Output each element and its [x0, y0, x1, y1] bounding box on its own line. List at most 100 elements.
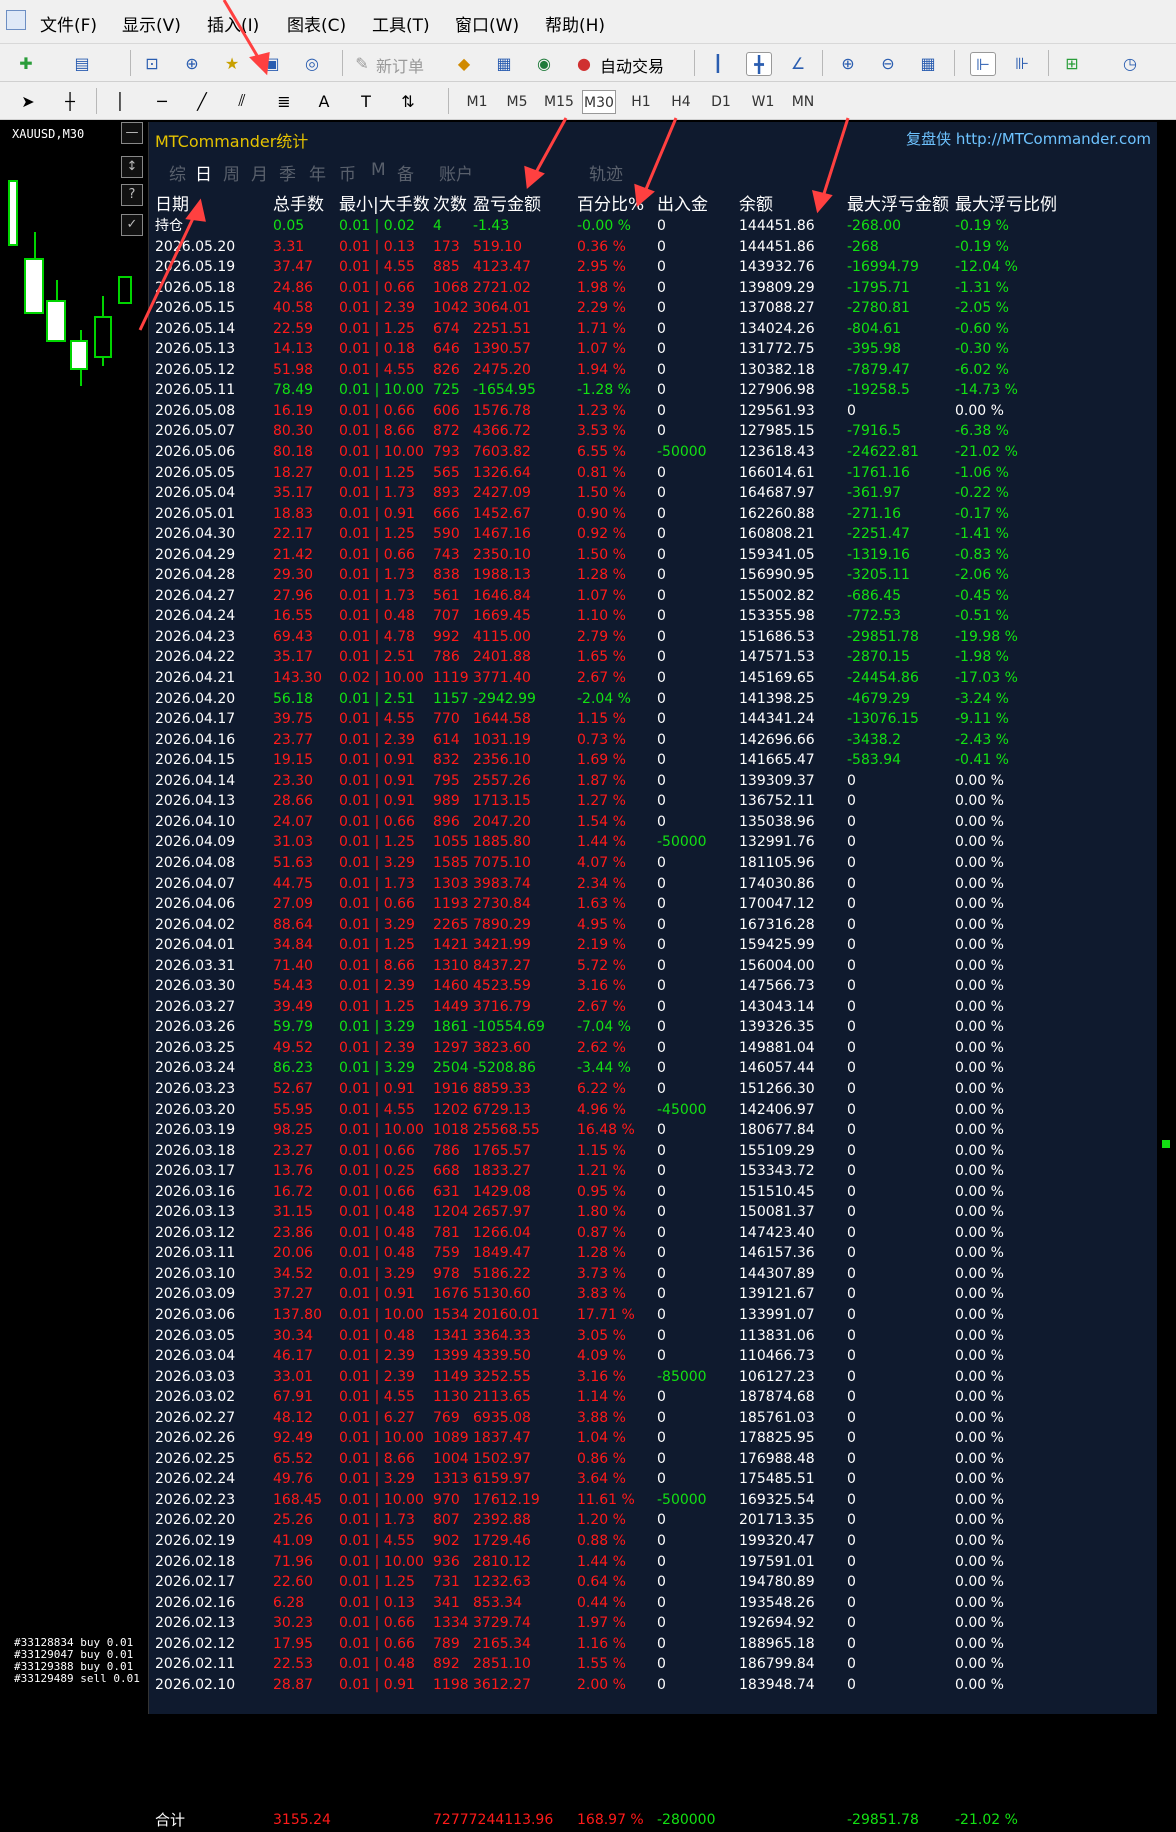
table-row[interactable]: 2026.04.16 23.77 0.01 | 2.39 614 1031.19 0.73… — [149, 730, 1157, 751]
panel-shrink-button[interactable]: ↕ — [121, 156, 143, 178]
table-row[interactable]: 2026.03.04 46.17 0.01 | 2.39 1399 4339.50 4.0… — [149, 1346, 1157, 1367]
table-row[interactable]: 2026.02.20 25.26 0.01 | 1.73 807 2392.88 1.20… — [149, 1510, 1157, 1531]
timeframe-mn-button[interactable]: MN — [786, 90, 820, 114]
table-row[interactable]: 2026.03.20 55.95 0.01 | 4.55 1202 6729.13 4.9… — [149, 1100, 1157, 1121]
indicators-icon[interactable]: ⊞ — [1060, 52, 1084, 74]
table-row[interactable]: 2026.04.14 23.30 0.01 | 0.91 795 2557.26 1.87… — [149, 771, 1157, 792]
tab-4[interactable]: 季 — [279, 160, 296, 185]
tab-0[interactable]: 综 — [169, 160, 186, 185]
menu-view[interactable]: 显示(V) — [122, 11, 181, 36]
menu-window[interactable]: 窗口(W) — [455, 11, 519, 36]
table-row[interactable]: 2026.04.21 143.30 0.02 | 10.00 1119 3771.40 2… — [149, 668, 1157, 689]
table-row[interactable]: 2026.05.15 40.58 0.01 | 2.39 1042 3064.01 2.2… — [149, 298, 1157, 319]
tab-6[interactable]: 币 — [339, 160, 356, 185]
menu-file[interactable]: 文件(F) — [40, 11, 97, 36]
timeframe-m1-button[interactable]: M1 — [460, 90, 494, 114]
auto-scroll-icon[interactable]: ⊩ — [970, 52, 996, 76]
table-row[interactable]: 2026.04.22 35.17 0.01 | 2.51 786 2401.88 1.65… — [149, 647, 1157, 668]
table-row[interactable]: 2026.04.17 39.75 0.01 | 4.55 770 1644.58 1.15… — [149, 709, 1157, 730]
table-row[interactable]: 2026.05.12 51.98 0.01 | 4.55 826 2475.20 1.94… — [149, 360, 1157, 381]
table-row[interactable]: 2026.04.10 24.07 0.01 | 0.66 896 2047.20 1.54… — [149, 812, 1157, 833]
table-row[interactable]: 2026.05.04 35.17 0.01 | 1.73 893 2427.09 1.50… — [149, 483, 1157, 504]
tab-9[interactable]: 账户 — [439, 160, 473, 185]
text-icon[interactable]: A — [312, 90, 336, 112]
table-row[interactable]: 2026.03.10 34.52 0.01 | 3.29 978 5186.22 3.73… — [149, 1264, 1157, 1285]
table-row[interactable]: 2026.03.09 37.27 0.01 | 0.91 1676 5130.60 3.8… — [149, 1284, 1157, 1305]
table-row[interactable]: 2026.02.19 41.09 0.01 | 4.55 902 1729.46 0.88… — [149, 1531, 1157, 1552]
table-row[interactable]: 2026.02.17 22.60 0.01 | 1.25 731 1232.63 0.64… — [149, 1572, 1157, 1593]
new-order-button[interactable]: 新订单 — [376, 53, 424, 77]
table-row[interactable]: 2026.04.30 22.17 0.01 | 1.25 590 1467.16 0.92… — [149, 524, 1157, 545]
table-row[interactable]: 2026.05.08 16.19 0.01 | 0.66 606 1576.78 1.23… — [149, 401, 1157, 422]
table-row[interactable]: 2026.03.25 49.52 0.01 | 2.39 1297 3823.60 2.6… — [149, 1038, 1157, 1059]
table-row[interactable]: 2026.05.06 80.18 0.01 | 10.00 793 7603.82 6.5… — [149, 442, 1157, 463]
tab-3[interactable]: 月 — [251, 160, 268, 185]
panel-help-button[interactable]: ? — [121, 184, 143, 206]
metaeditor-icon[interactable]: ◆ — [452, 52, 476, 74]
table-row[interactable]: 2026.03.02 67.91 0.01 | 4.55 1130 2113.65 1.1… — [149, 1387, 1157, 1408]
table-row[interactable]: 2026.02.23 168.45 0.01 | 10.00 970 17612.19 1… — [149, 1490, 1157, 1511]
table-row[interactable]: 2026.04.29 21.42 0.01 | 0.66 743 2350.10 1.50… — [149, 545, 1157, 566]
table-row[interactable]: 2026.03.31 71.40 0.01 | 8.66 1310 8437.27 5.7… — [149, 956, 1157, 977]
header-max-float-amount[interactable]: 最大浮亏金额 — [847, 190, 949, 215]
header-deposit-withdraw[interactable]: 出入金 — [657, 190, 708, 215]
table-row[interactable]: 2026.05.01 18.83 0.01 | 0.91 666 1452.67 0.90… — [149, 504, 1157, 525]
periods-clock-icon[interactable]: ◷ — [1118, 52, 1142, 74]
table-row[interactable]: 2026.05.13 14.13 0.01 | 0.18 646 1390.57 1.07… — [149, 339, 1157, 360]
panel-brand-link[interactable]: 复盘侠 http://MTCommander.com — [906, 128, 1151, 149]
timeframe-m15-button[interactable]: M15 — [542, 90, 576, 114]
cursor-icon[interactable]: ➤ — [16, 90, 40, 112]
table-row[interactable]: 2026.03.26 59.79 0.01 | 3.29 1861 -10554.69 -… — [149, 1017, 1157, 1038]
timeframe-d1-button[interactable]: D1 — [704, 90, 738, 114]
table-row[interactable]: 2026.02.25 65.52 0.01 | 8.66 1004 1502.97 0.8… — [149, 1449, 1157, 1470]
menu-tools[interactable]: 工具(T) — [372, 11, 430, 36]
table-row[interactable]: 2026.03.16 16.72 0.01 | 0.66 631 1429.08 0.95… — [149, 1182, 1157, 1203]
table-row[interactable]: 2026.05.05 18.27 0.01 | 1.25 565 1326.64 0.81… — [149, 463, 1157, 484]
table-row[interactable]: 2026.03.11 20.06 0.01 | 0.48 759 1849.47 1.28… — [149, 1243, 1157, 1264]
table-row[interactable]: 2026.03.05 30.34 0.01 | 0.48 1341 3364.33 3.0… — [149, 1326, 1157, 1347]
tile-windows-icon[interactable]: ▦ — [916, 52, 940, 74]
table-row[interactable]: 2026.03.19 98.25 0.01 | 10.00 1018 25568.55 1… — [149, 1120, 1157, 1141]
table-row[interactable]: 2026.03.03 33.01 0.01 | 2.39 1149 3252.55 3.1… — [149, 1367, 1157, 1388]
table-row[interactable]: 持仓 0.05 0.01 | 0.02 4 -1.43 -0.00 % 0 144451.86… — [149, 216, 1157, 237]
table-row[interactable]: 2026.02.18 71.96 0.01 | 10.00 936 2810.12 1.4… — [149, 1552, 1157, 1573]
table-row[interactable]: 2026.03.30 54.43 0.01 | 2.39 1460 4523.59 3.1… — [149, 976, 1157, 997]
channel-icon[interactable]: ⫽ — [230, 90, 254, 112]
table-row[interactable]: 2026.04.20 56.18 0.01 | 2.51 1157 -2942.99 -2… — [149, 689, 1157, 710]
table-row[interactable]: 2026.02.12 17.95 0.01 | 0.66 789 2165.34 1.16… — [149, 1634, 1157, 1655]
tab-2[interactable]: 周 — [223, 160, 240, 185]
header-max-float-percent[interactable]: 最大浮亏比例 — [955, 190, 1057, 215]
header-count[interactable]: 次数 — [433, 190, 467, 215]
table-row[interactable]: 2026.02.24 49.76 0.01 | 3.29 1313 6159.97 3.6… — [149, 1469, 1157, 1490]
candlestick-icon[interactable]: ╋ — [746, 52, 772, 76]
table-row[interactable]: 2026.03.27 39.49 0.01 | 1.25 1449 3716.79 2.6… — [149, 997, 1157, 1018]
table-row[interactable]: 2026.04.09 31.03 0.01 | 1.25 1055 1885.80 1.4… — [149, 832, 1157, 853]
table-row[interactable]: 2026.02.16 6.28 0.01 | 0.13 341 853.34 0.44 %… — [149, 1593, 1157, 1614]
table-row[interactable]: 2026.02.26 92.49 0.01 | 10.00 1089 1837.47 1.… — [149, 1428, 1157, 1449]
table-row[interactable]: 2026.02.11 22.53 0.01 | 0.48 892 2851.10 1.55… — [149, 1654, 1157, 1675]
table-row[interactable]: 2026.03.23 52.67 0.01 | 0.91 1916 8859.33 6.2… — [149, 1079, 1157, 1100]
market-watch-icon[interactable]: ⊡ — [140, 52, 164, 74]
header-balance[interactable]: 余额 — [739, 190, 773, 215]
menu-insert[interactable]: 插入(I) — [207, 11, 259, 36]
auto-trading-button[interactable]: 自动交易 — [600, 53, 664, 77]
header-date[interactable]: 日期 — [155, 190, 189, 215]
table-row[interactable]: 2026.04.27 27.96 0.01 | 1.73 561 1646.84 1.07… — [149, 586, 1157, 607]
new-chart-icon[interactable]: ✚ — [14, 52, 38, 74]
table-row[interactable]: 2026.04.02 88.64 0.01 | 3.29 2265 7890.29 4.9… — [149, 915, 1157, 936]
table-row[interactable]: 2026.05.18 24.86 0.01 | 0.66 1068 2721.02 1.9… — [149, 278, 1157, 299]
crosshair-icon[interactable]: ⊕ — [180, 52, 204, 74]
header-profit-loss[interactable]: 盈亏金额 — [473, 190, 541, 215]
horizontal-line-icon[interactable]: ─ — [150, 90, 174, 112]
crosshair-tool-icon[interactable]: ┼ — [58, 90, 82, 112]
fibonacci-icon[interactable]: ≣ — [272, 90, 296, 112]
panel-check-button[interactable]: ✓ — [121, 214, 143, 236]
table-row[interactable]: 2026.04.28 29.30 0.01 | 1.73 838 1988.13 1.28… — [149, 565, 1157, 586]
strategy-tester-icon[interactable]: ◎ — [300, 52, 324, 74]
timeframe-m30-button[interactable]: M30 — [582, 90, 616, 114]
table-row[interactable]: 2026.04.06 27.09 0.01 | 0.66 1193 2730.84 1.6… — [149, 894, 1157, 915]
header-min-max-lots[interactable]: 最小|大手数 — [339, 190, 430, 215]
auto-trading-icon[interactable]: ● — [572, 52, 596, 74]
menu-help[interactable]: 帮助(H) — [545, 11, 605, 36]
table-row[interactable]: 2026.04.15 19.15 0.01 | 0.91 832 2356.10 1.69… — [149, 750, 1157, 771]
